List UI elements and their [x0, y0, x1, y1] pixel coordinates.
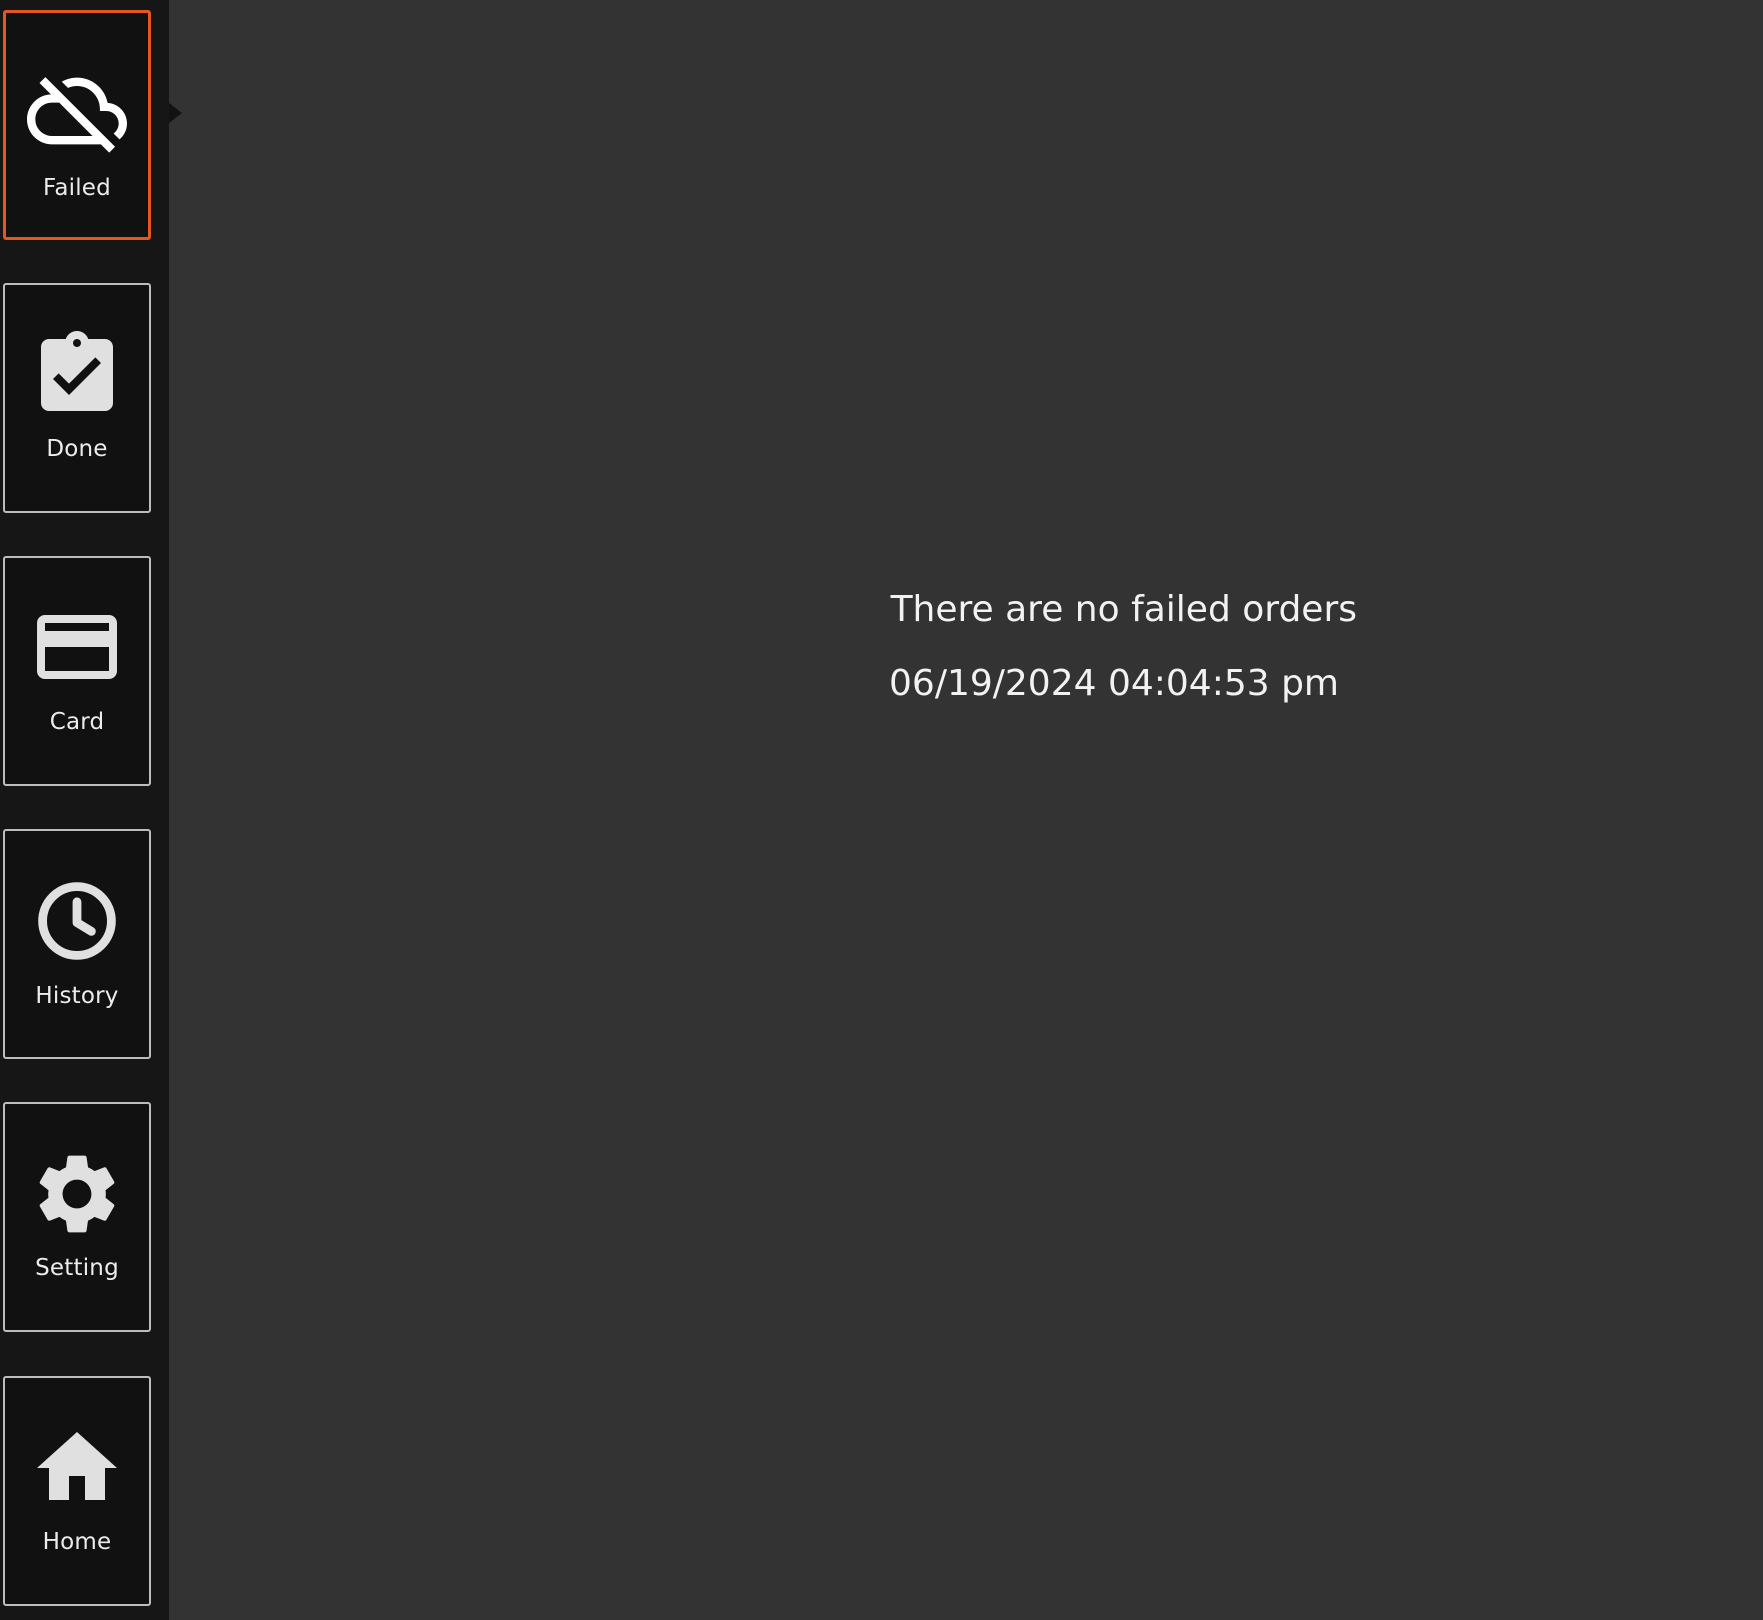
sidebar-item-label: History — [35, 983, 119, 1009]
sidebar-item-label: Card — [49, 709, 105, 735]
home-icon — [37, 1432, 117, 1500]
app-window: Failed Done Card History Setting Home Th… — [0, 0, 1763, 1620]
sidebar-item-label: Setting — [35, 1255, 119, 1281]
main-content: There are no failed orders 06/19/2024 04… — [169, 0, 1763, 1620]
clock-icon — [38, 882, 116, 960]
cloud-off-icon — [27, 77, 127, 153]
sidebar-item-failed[interactable]: Failed — [3, 10, 151, 240]
sidebar: Failed Done Card History Setting Home — [0, 0, 169, 1620]
credit-card-icon — [37, 615, 117, 679]
clipboard-check-icon — [41, 331, 113, 411]
sidebar-item-done[interactable]: Done — [3, 283, 151, 513]
empty-state-message: There are no failed orders — [890, 589, 1357, 630]
sidebar-item-label: Failed — [43, 175, 111, 201]
current-timestamp: 06/19/2024 04:04:53 pm — [889, 663, 1339, 704]
gear-icon — [39, 1155, 115, 1233]
sidebar-item-setting[interactable]: Setting — [3, 1102, 151, 1332]
sidebar-item-card[interactable]: Card — [3, 556, 151, 786]
sidebar-item-label: Home — [42, 1529, 112, 1555]
sidebar-item-history[interactable]: History — [3, 829, 151, 1059]
sidebar-item-home[interactable]: Home — [3, 1376, 151, 1606]
sidebar-item-label: Done — [46, 436, 108, 462]
